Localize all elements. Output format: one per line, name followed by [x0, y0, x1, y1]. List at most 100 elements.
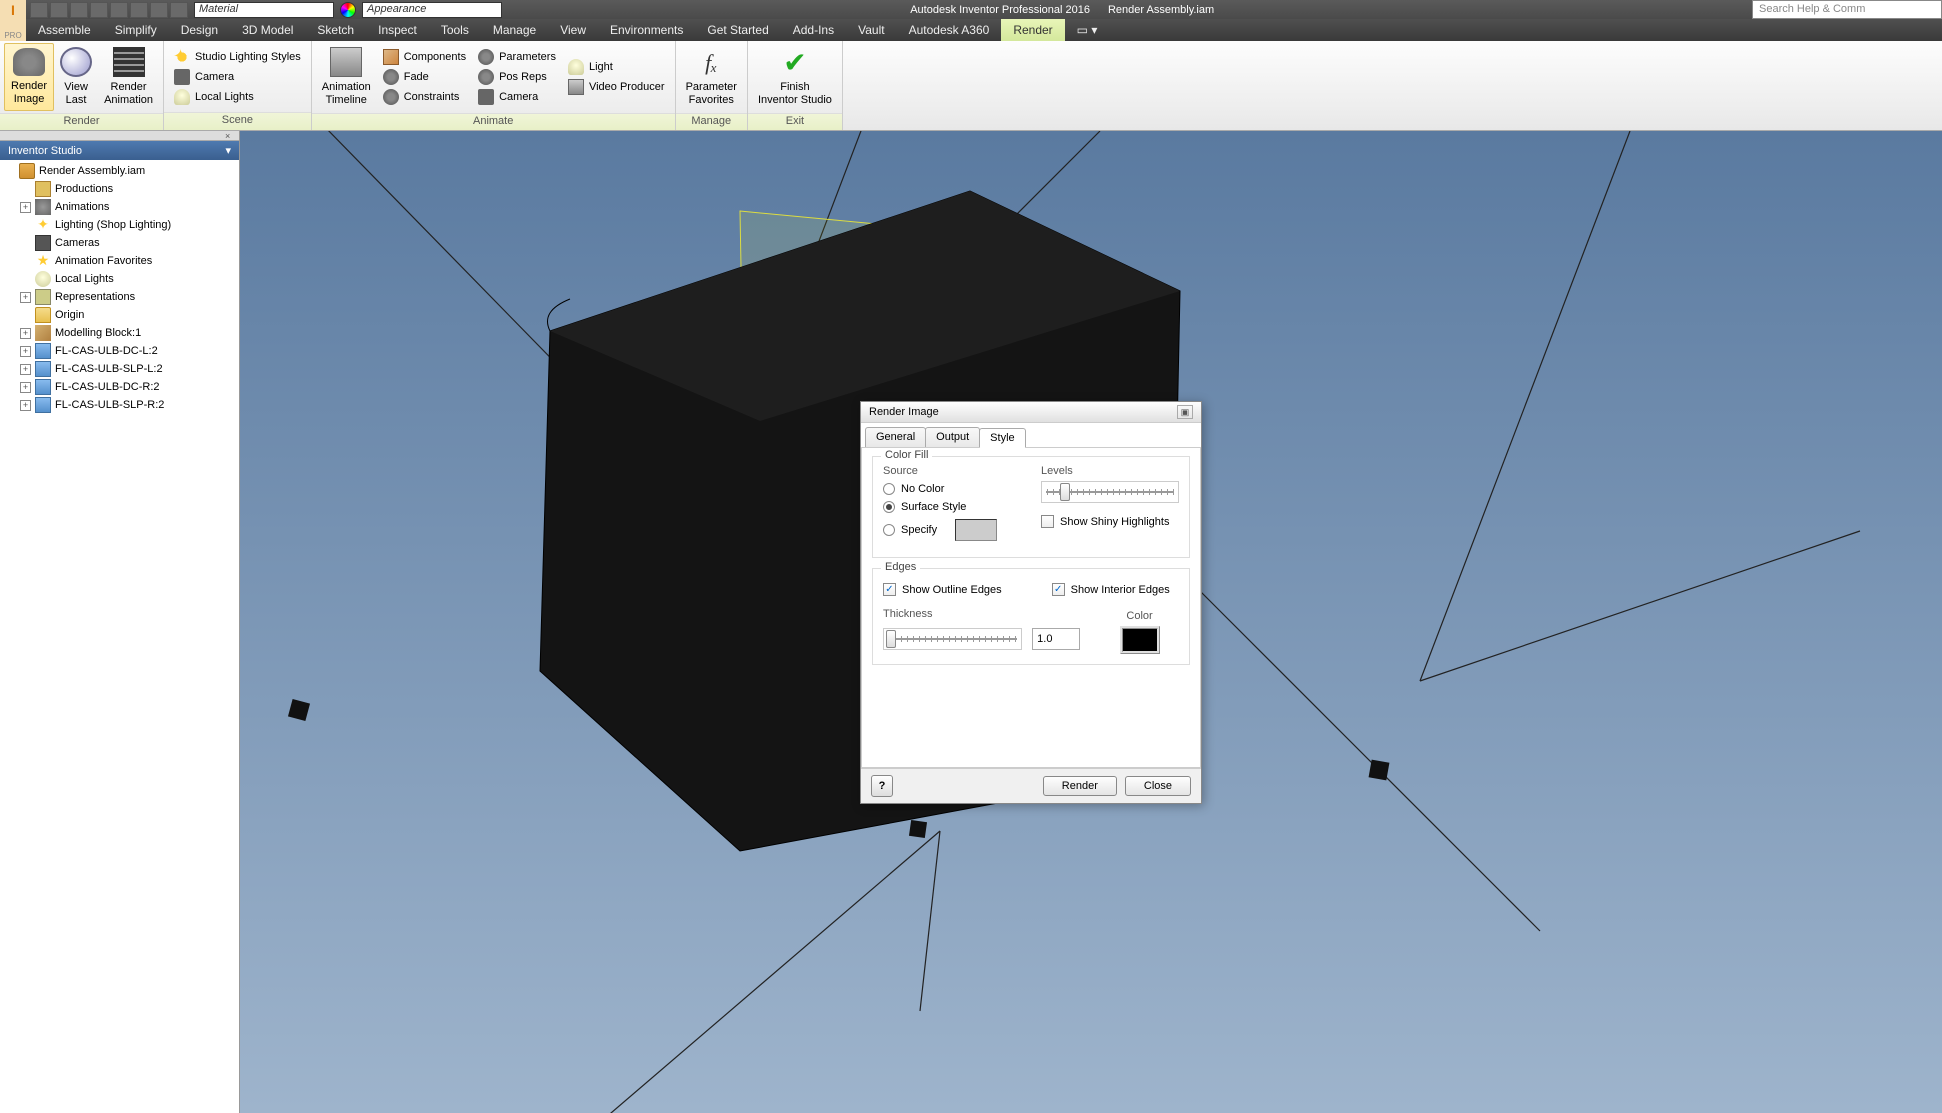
anim-posreps[interactable]: Pos Reps: [478, 69, 556, 85]
parameter-favorites-icon: fₓ: [695, 47, 727, 77]
menu-autodesk-a360[interactable]: Autodesk A360: [897, 19, 1002, 41]
menu-3d-model[interactable]: 3D Model: [230, 19, 305, 41]
qat-redo-icon[interactable]: [110, 2, 128, 18]
anim-parameters[interactable]: Parameters: [478, 49, 556, 65]
animation-timeline-button[interactable]: AnimationTimeline: [316, 43, 377, 111]
anim-camera[interactable]: Camera: [478, 89, 556, 105]
checkbox-icon: ✓: [883, 583, 896, 596]
close-button[interactable]: Close: [1125, 776, 1191, 796]
qat-new-icon[interactable]: [30, 2, 48, 18]
tree-item[interactable]: ✦Lighting (Shop Lighting): [0, 216, 239, 234]
tab-output[interactable]: Output: [925, 427, 980, 447]
menu-environments[interactable]: Environments: [598, 19, 695, 41]
radio-specify[interactable]: Specify: [883, 519, 1021, 541]
anim-constraints[interactable]: Constraints: [383, 89, 466, 105]
interior-edges-checkbox[interactable]: ✓ Show Interior Edges: [1052, 583, 1170, 596]
menu-sketch[interactable]: Sketch: [305, 19, 366, 41]
render-animation-button[interactable]: RenderAnimation: [98, 43, 159, 111]
tree-item[interactable]: +Animations: [0, 198, 239, 216]
tree-item[interactable]: +FL-CAS-ULB-DC-L:2: [0, 342, 239, 360]
anim-components[interactable]: Components: [383, 49, 466, 65]
anim-video-producer[interactable]: Video Producer: [568, 79, 665, 95]
outline-edges-checkbox[interactable]: ✓ Show Outline Edges: [883, 583, 1002, 596]
tree-item[interactable]: Cameras: [0, 234, 239, 252]
qat-open-icon[interactable]: [50, 2, 68, 18]
viewport-3d[interactable]: Render Image ▣ GeneralOutputStyle Color …: [240, 131, 1942, 1113]
anim-light[interactable]: Light: [568, 59, 665, 75]
tree-item[interactable]: Productions: [0, 180, 239, 198]
tree-expand-icon[interactable]: +: [20, 346, 31, 357]
studio-lighting-styles[interactable]: Studio Lighting Styles: [174, 49, 301, 65]
tree-item[interactable]: + FL-CAS-ULB-DC-R:2: [0, 378, 239, 396]
help-icon[interactable]: ?: [871, 775, 893, 797]
shiny-highlights-checkbox[interactable]: Show Shiny Highlights: [1041, 515, 1179, 528]
specify-color-swatch[interactable]: [955, 519, 997, 541]
local-lights[interactable]: Local Lights: [174, 89, 301, 105]
menu-view[interactable]: View: [548, 19, 598, 41]
dialog-close-icon[interactable]: ▣: [1177, 405, 1193, 419]
tree-item[interactable]: +Representations: [0, 288, 239, 306]
qat-select-icon[interactable]: [170, 2, 188, 18]
slider-thumb[interactable]: [886, 630, 896, 648]
material-dropdown[interactable]: Material: [194, 2, 334, 18]
menu-inspect[interactable]: Inspect: [366, 19, 429, 41]
levels-slider[interactable]: [1041, 481, 1179, 503]
color-picker-icon[interactable]: [340, 2, 356, 18]
anim-camera-icon: [478, 89, 494, 105]
view-last-button[interactable]: ViewLast: [54, 43, 98, 111]
render-image-button[interactable]: RenderImage: [4, 43, 54, 111]
render-button[interactable]: Render: [1043, 776, 1117, 796]
tree-item[interactable]: + FL-CAS-ULB-SLP-L:2: [0, 360, 239, 378]
qat-undo-icon[interactable]: [90, 2, 108, 18]
tree-expand-icon[interactable]: +: [20, 202, 31, 213]
tree-item[interactable]: Origin: [0, 306, 239, 324]
menu-video-icon[interactable]: ▭ ▾: [1065, 19, 1110, 41]
edge-color-swatch[interactable]: [1120, 626, 1160, 654]
tree-item[interactable]: Render Assembly.iam: [0, 162, 239, 180]
dialog-titlebar[interactable]: Render Image ▣: [861, 402, 1201, 423]
menu-get-started[interactable]: Get Started: [695, 19, 780, 41]
slider-thumb[interactable]: [1060, 483, 1070, 501]
finish-inventor-studio-button[interactable]: ✔FinishInventor Studio: [752, 43, 838, 111]
tree-expand-icon[interactable]: +: [20, 292, 31, 303]
qat-update-icon[interactable]: [150, 2, 168, 18]
menu-manage[interactable]: Manage: [481, 19, 548, 41]
panel-title[interactable]: Inventor Studio ▾: [0, 141, 239, 160]
tree-node-label: Cameras: [55, 237, 100, 249]
app-logo[interactable]: I: [0, 0, 26, 19]
appearance-dropdown[interactable]: Appearance: [362, 2, 502, 18]
tree-expand-icon[interactable]: +: [20, 400, 31, 411]
browser-tree[interactable]: Render Assembly.iamProductions+Animation…: [0, 160, 239, 1113]
tree-expand-icon: [20, 274, 31, 285]
tree-item[interactable]: ★Animation Favorites: [0, 252, 239, 270]
radio-no-color[interactable]: No Color: [883, 483, 1021, 495]
tree-item[interactable]: Local Lights: [0, 270, 239, 288]
parameter-favorites-button[interactable]: fₓParameterFavorites: [680, 43, 743, 111]
panel-chevron-down-icon[interactable]: ▾: [225, 144, 231, 157]
menu-design[interactable]: Design: [169, 19, 230, 41]
menu-render[interactable]: Render: [1001, 19, 1064, 41]
menu-vault[interactable]: Vault: [846, 19, 896, 41]
menu-tools[interactable]: Tools: [429, 19, 481, 41]
menu-assemble[interactable]: Assemble: [26, 19, 103, 41]
thickness-slider[interactable]: [883, 628, 1022, 650]
radio-surface-style[interactable]: Surface Style: [883, 501, 1021, 513]
tree-node-label: FL-CAS-ULB-SLP-L:2: [55, 363, 163, 375]
tree-node-label: FL-CAS-ULB-DC-R:2: [55, 381, 160, 393]
anim-fade[interactable]: Fade: [383, 69, 466, 85]
tab-general[interactable]: General: [865, 427, 926, 447]
tree-item[interactable]: +FL-CAS-ULB-SLP-R:2: [0, 396, 239, 414]
tab-style[interactable]: Style: [979, 428, 1025, 448]
menu-simplify[interactable]: Simplify: [103, 19, 169, 41]
menu-add-ins[interactable]: Add-Ins: [781, 19, 846, 41]
thickness-input[interactable]: [1032, 628, 1080, 650]
tree-expand-icon[interactable]: +: [20, 328, 31, 339]
qat-save-icon[interactable]: [70, 2, 88, 18]
tree-expand-icon[interactable]: +: [20, 382, 31, 393]
camera[interactable]: Camera: [174, 69, 301, 85]
search-help-input[interactable]: Search Help & Comm: [1752, 0, 1942, 19]
panel-close-icon[interactable]: ×: [225, 131, 235, 140]
qat-home-icon[interactable]: [130, 2, 148, 18]
tree-item[interactable]: +Modelling Block:1: [0, 324, 239, 342]
tree-expand-icon[interactable]: +: [20, 364, 31, 375]
